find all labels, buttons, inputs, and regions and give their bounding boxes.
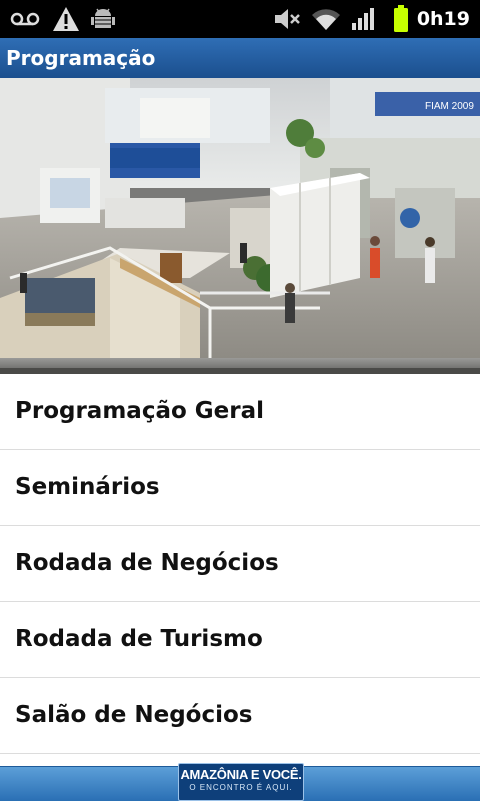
fiam-sign: FIAM 2009 — [425, 101, 474, 112]
menu-item-programacao-geral[interactable]: Programação Geral — [0, 374, 480, 450]
menu-item-label: Seminários — [15, 474, 160, 500]
footer-bar: AMAZÔNIA E VOCÊ. O ENCONTRO É AQUI. — [0, 763, 480, 801]
android-debug-icon — [88, 0, 118, 38]
title-bar: Programação — [0, 38, 480, 79]
brand-logo[interactable]: AMAZÔNIA E VOCÊ. O ENCONTRO É AQUI. — [178, 763, 304, 801]
warning-icon — [50, 0, 82, 38]
menu-item-rodada-de-negocios[interactable]: Rodada de Negócios — [0, 526, 480, 602]
signal-icon — [350, 0, 378, 38]
volume-muted-icon — [272, 0, 302, 38]
logo-line-1: AMAZÔNIA E VOCÊ. — [180, 767, 302, 782]
banner-image: FIAM 2009 — [0, 78, 480, 374]
battery-icon — [390, 0, 412, 38]
clock: 0h19 — [416, 8, 470, 30]
status-bar: 0h19 — [0, 0, 480, 38]
logo-line-2: O ENCONTRO É AQUI. — [189, 783, 293, 792]
voicemail-icon — [8, 0, 42, 38]
menu-item-label: Rodada de Turismo — [15, 626, 263, 652]
wifi-icon — [308, 0, 344, 38]
page-title: Programação — [6, 46, 156, 70]
menu-list: Programação Geral Seminários Rodada de N… — [0, 374, 480, 754]
menu-item-seminarios[interactable]: Seminários — [0, 450, 480, 526]
menu-item-salao-de-negocios[interactable]: Salão de Negócios — [0, 678, 480, 754]
menu-item-label: Salão de Negócios — [15, 702, 253, 728]
menu-item-label: Programação Geral — [15, 398, 265, 424]
menu-item-label: Rodada de Negócios — [15, 550, 279, 576]
menu-item-rodada-de-turismo[interactable]: Rodada de Turismo — [0, 602, 480, 678]
